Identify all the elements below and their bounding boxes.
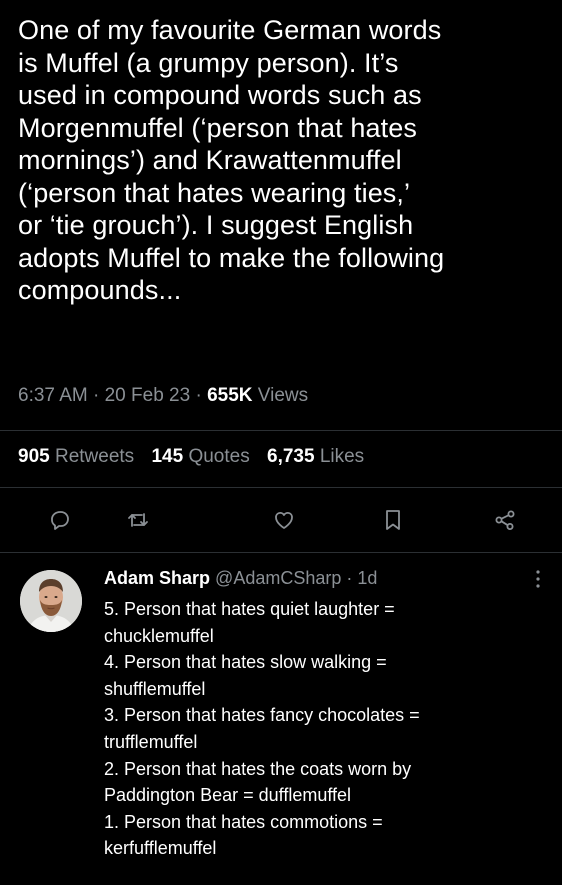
like-button[interactable] [266, 502, 302, 538]
more-options-button[interactable] [530, 568, 546, 590]
divider [0, 487, 562, 488]
tweet-text: One of my favourite German words is Muff… [18, 15, 445, 305]
retweet-icon [128, 513, 148, 527]
reply-time[interactable]: 1d [357, 568, 377, 588]
meta-separator: · [87, 385, 105, 406]
reply-author-handle[interactable]: @AdamCSharp [215, 568, 341, 588]
reply-tweet[interactable]: Adam Sharp @AdamCSharp · 1d 5. Person th… [0, 558, 562, 885]
views-label: Views [257, 385, 309, 406]
tweet-meta: 6:37 AM · 20 Feb 23 · 655K Views [18, 385, 308, 407]
reply-icon [51, 511, 69, 530]
meta-separator: · [190, 385, 208, 406]
more-icon [536, 570, 540, 588]
reply-author-name[interactable]: Adam Sharp [104, 568, 210, 588]
retweets-label: Retweets [54, 446, 135, 467]
quotes-stat[interactable]: 145 Quotes [151, 446, 249, 467]
quotes-count: 145 [151, 446, 184, 467]
share-button[interactable] [487, 502, 523, 538]
reply-separator: · [341, 568, 358, 588]
divider [0, 552, 562, 553]
likes-label: Likes [319, 446, 365, 467]
tweet-stats: 905 Retweets 145 Quotes 6,735 Likes [18, 446, 364, 468]
retweets-count: 905 [18, 446, 50, 467]
tweet-date[interactable]: 20 Feb 23 [105, 385, 191, 406]
retweets-stat[interactable]: 905 Retweets [18, 446, 134, 467]
reply-header: Adam Sharp @AdamCSharp · 1d [104, 568, 377, 589]
divider [0, 430, 562, 431]
retweet-button[interactable] [120, 502, 156, 538]
avatar-portrait [20, 570, 82, 632]
like-icon [275, 511, 293, 529]
likes-stat[interactable]: 6,735 Likes [267, 446, 364, 467]
avatar[interactable] [20, 570, 82, 632]
share-icon [495, 510, 515, 530]
views-count: 655K [207, 385, 253, 406]
bookmark-button[interactable] [375, 502, 411, 538]
tweet-time[interactable]: 6:37 AM [18, 385, 88, 406]
reply-text: 5. Person that hates quiet laughter = ch… [104, 599, 420, 859]
action-bar [0, 502, 562, 538]
likes-count: 6,735 [267, 446, 315, 467]
quotes-label: Quotes [188, 446, 250, 467]
bookmark-icon [386, 510, 400, 530]
reply-button[interactable] [42, 502, 78, 538]
